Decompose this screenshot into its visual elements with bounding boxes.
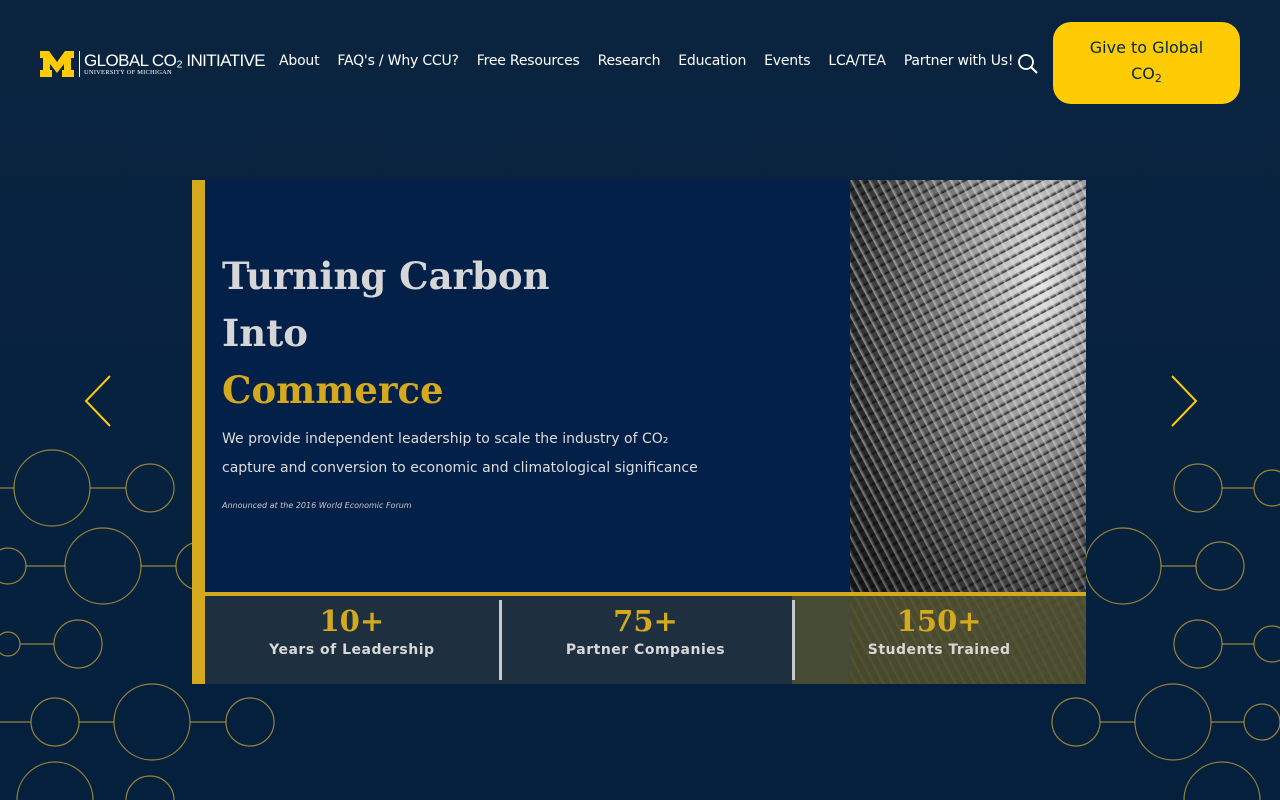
stat-label: Years of Leadership xyxy=(269,642,435,658)
chevron-right-icon xyxy=(1171,375,1198,427)
page: GLOBAL CO₂ INITIATIVE University of Mich… xyxy=(0,0,1280,800)
nav-item-lca-tea[interactable]: LCA/TEA xyxy=(828,53,886,69)
logo-divider xyxy=(79,51,80,77)
site-header: GLOBAL CO₂ INITIATIVE University of Mich… xyxy=(0,0,1280,120)
chevron-left-icon xyxy=(84,375,111,427)
nav-item-about[interactable]: About xyxy=(279,53,320,69)
slide-note: Announced at the 2016 World Economic For… xyxy=(222,501,412,510)
stat-label: Partner Companies xyxy=(565,642,726,658)
nav-item-research[interactable]: Research xyxy=(598,53,661,69)
nav-item-free-resources[interactable]: Free Resources xyxy=(477,53,580,69)
nav-item-events[interactable]: Events xyxy=(764,53,810,69)
nav-item-education[interactable]: Education xyxy=(678,53,746,69)
slide-title-accent: Commerce xyxy=(222,368,444,412)
logo-title: GLOBAL CO₂ INITIATIVE xyxy=(84,50,266,70)
block-m-icon xyxy=(40,51,74,77)
stat-students: 150+ Students Trained xyxy=(792,596,1086,684)
search-icon xyxy=(1018,54,1038,74)
stat-value: 75+ xyxy=(613,604,678,638)
slide-title: Turning Carbon Into Commerce xyxy=(222,248,550,419)
slide-title-line2: Into xyxy=(222,311,308,355)
give-button-line2: CO2 xyxy=(1131,63,1162,85)
slider-prev-button[interactable] xyxy=(83,374,115,428)
give-button[interactable]: Give to Global CO2 xyxy=(1053,22,1240,104)
logo-text: GLOBAL CO₂ INITIATIVE University of Mich… xyxy=(84,50,266,77)
search-button[interactable] xyxy=(1017,53,1039,75)
stat-years: 10+ Years of Leadership xyxy=(205,596,499,684)
give-button-line1: Give to Global xyxy=(1089,37,1204,57)
slider-next-button[interactable] xyxy=(1167,374,1199,428)
hero-slide: Turning Carbon Into Commerce We provide … xyxy=(192,180,1086,684)
nav-item-partner[interactable]: Partner with Us! xyxy=(904,53,1014,69)
logo-subtitle: University of Michigan xyxy=(84,68,172,76)
stat-value: 150+ xyxy=(896,604,982,638)
stat-label: Students Trained xyxy=(867,642,1011,658)
stats-bar: 10+ Years of Leadership 75+ Partner Comp… xyxy=(205,592,1086,684)
nav-item-faqs[interactable]: FAQ's / Why CCU? xyxy=(337,53,459,69)
stat-value: 10+ xyxy=(319,604,385,638)
main-nav: About FAQ's / Why CCU? Free Resources Re… xyxy=(279,50,1031,72)
site-logo[interactable]: GLOBAL CO₂ INITIATIVE University of Mich… xyxy=(40,50,266,78)
slide-title-line1: Turning Carbon xyxy=(222,254,550,298)
stat-partners: 75+ Partner Companies xyxy=(498,596,793,684)
slide-accent-bar xyxy=(192,180,205,684)
slide-description: We provide independent leadership to sca… xyxy=(222,431,698,476)
